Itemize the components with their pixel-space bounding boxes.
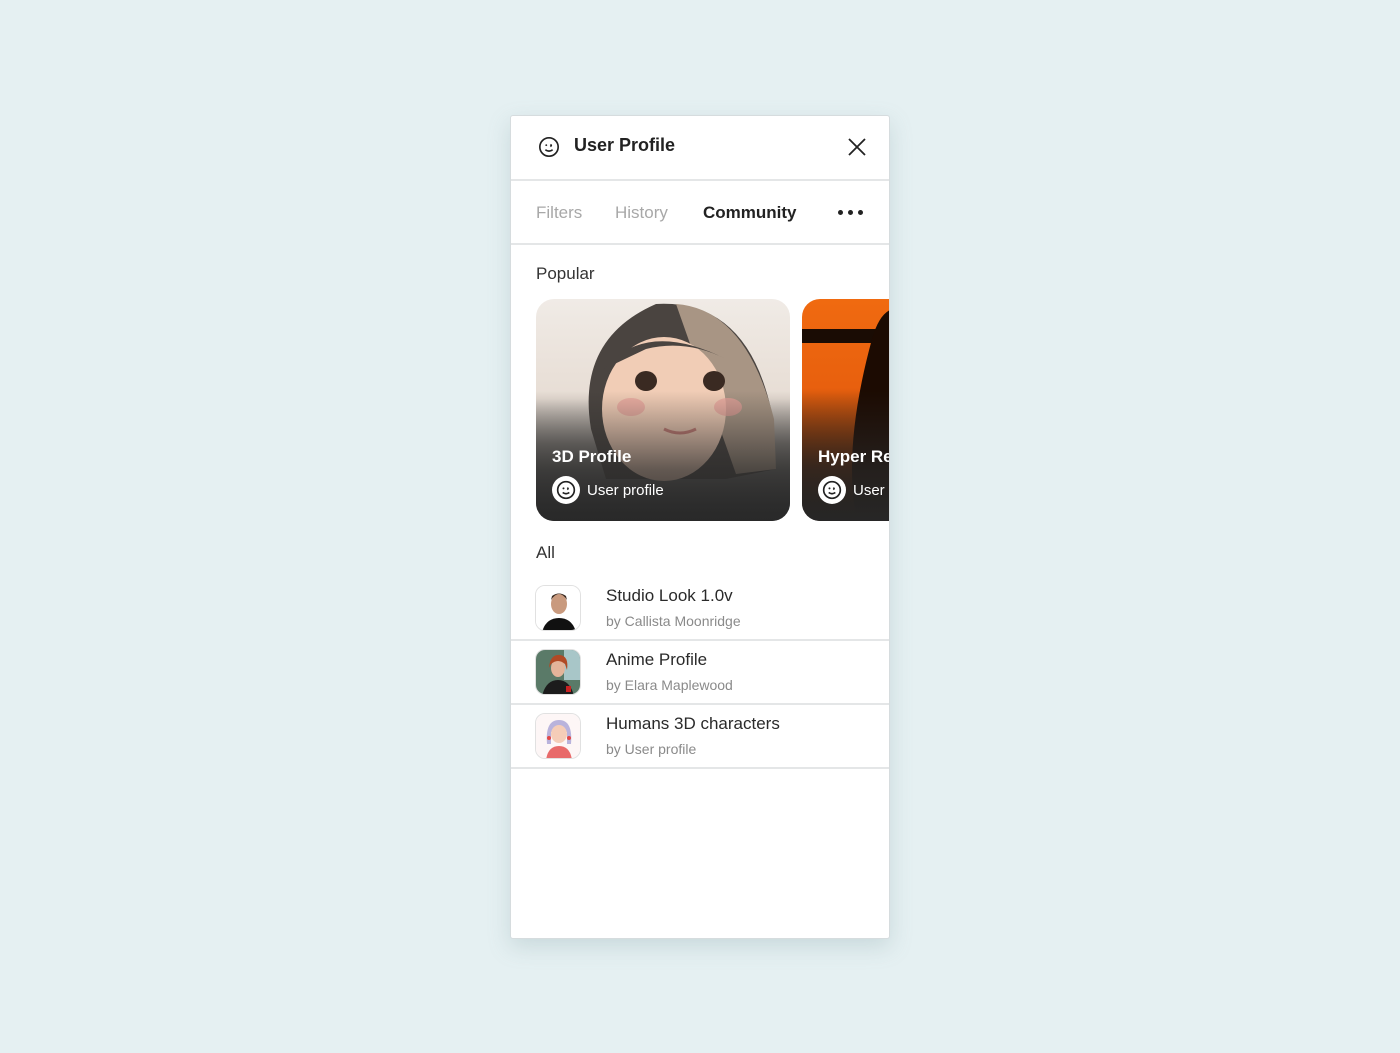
close-icon[interactable] — [845, 135, 869, 159]
item-name: Studio Look 1.0v — [606, 586, 733, 605]
panel-title: User Profile — [574, 135, 676, 155]
panel-header: User Profile — [511, 116, 889, 181]
more-horizontal-icon[interactable] — [838, 210, 863, 215]
item-name: Anime Profile — [606, 650, 708, 669]
item-author: by User profile — [606, 741, 697, 757]
thumbnail-anime-portrait — [535, 649, 581, 695]
list-item[interactable]: Humans 3D characters by User profile — [511, 705, 889, 769]
thumbnail-3d-character — [535, 713, 581, 759]
thumbnail-man-portrait — [535, 585, 581, 631]
card-title: 3D Profile — [552, 447, 632, 466]
card-title: Hyper Re — [818, 447, 890, 466]
card-author-name: User — [853, 481, 885, 499]
tab-community[interactable]: Community — [703, 203, 797, 223]
list-item[interactable]: Anime Profile by Elara Maplewood — [511, 641, 889, 705]
winking-face-icon — [539, 137, 559, 157]
winking-face-icon — [818, 476, 846, 504]
list-item[interactable]: Studio Look 1.0v by Callista Moonridge — [511, 577, 889, 641]
card-author-name: User profile — [587, 481, 664, 499]
tab-filters[interactable]: Filters — [536, 203, 582, 223]
popular-card[interactable]: 3D Profile User profile — [536, 299, 790, 521]
user-profile-panel: User Profile Filters History Community P… — [510, 115, 890, 939]
tab-bar: Filters History Community — [511, 181, 889, 245]
card-author: User profile — [552, 476, 664, 504]
style-list: Studio Look 1.0v by Callista Moonridge A… — [511, 577, 889, 769]
tab-history[interactable]: History — [615, 203, 668, 223]
popular-heading: Popular — [536, 264, 595, 283]
popular-card[interactable]: Hyper Re User — [802, 299, 890, 521]
item-name: Humans 3D characters — [606, 714, 780, 733]
card-author: User — [818, 476, 885, 504]
item-author: by Elara Maplewood — [606, 677, 733, 693]
all-heading: All — [536, 543, 555, 562]
item-author: by Callista Moonridge — [606, 613, 741, 629]
winking-face-icon — [552, 476, 580, 504]
